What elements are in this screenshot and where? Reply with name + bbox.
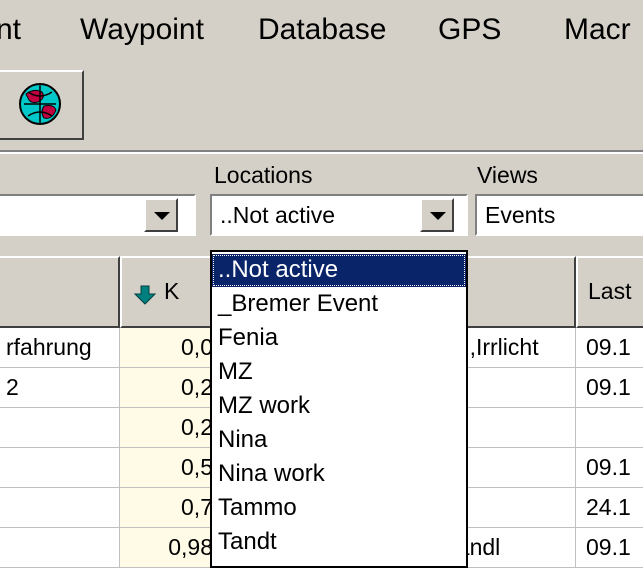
grid-header-sort-col[interactable]: K bbox=[120, 256, 214, 328]
dropdown-item[interactable]: ..Not active bbox=[212, 254, 466, 287]
table-cell-c2: 0,7 bbox=[120, 488, 214, 528]
menu-item-macros[interactable]: Macr bbox=[564, 10, 631, 50]
table-cell-c5: 09.1 bbox=[576, 448, 643, 488]
locations-dropdown-list: ..Not active _Bremer Event Fenia MZ MZ work N… bbox=[210, 250, 468, 568]
table-cell-c5: 09.1 bbox=[576, 328, 643, 368]
table-cell-c2: 0,98 bbox=[120, 528, 214, 568]
locations-combo[interactable]: ..Not active bbox=[210, 194, 468, 236]
locations-combo-value: ..Not active bbox=[220, 202, 336, 228]
toolbar-separator bbox=[0, 150, 643, 154]
grid-header-last[interactable]: Last bbox=[576, 256, 643, 328]
grid-header-col1[interactable] bbox=[0, 256, 120, 328]
dropdown-item[interactable]: Nina bbox=[212, 424, 466, 457]
views-label: Views bbox=[477, 162, 538, 188]
table-cell-c2: 0,5 bbox=[120, 448, 214, 488]
sort-down-arrow-icon bbox=[134, 285, 156, 305]
locations-label: Locations bbox=[214, 162, 313, 188]
filter-combo-left[interactable] bbox=[0, 194, 196, 236]
menu-item-nt[interactable]: nt bbox=[0, 10, 21, 50]
table-cell-c2: 0,0 bbox=[120, 328, 214, 368]
dropdown-item[interactable]: Tammo bbox=[212, 492, 466, 525]
globe-button[interactable] bbox=[0, 70, 84, 140]
dropdown-item[interactable]: Tandt bbox=[212, 526, 466, 559]
filter-combo-left-dropdown-button[interactable] bbox=[144, 198, 178, 232]
dropdown-item[interactable]: Fenia bbox=[212, 322, 466, 355]
dropdown-item[interactable]: Nina work bbox=[212, 458, 466, 491]
table-cell-c1: 2 bbox=[0, 368, 120, 408]
table-cell-c1 bbox=[0, 408, 120, 448]
table-cell-c2: 0,2 bbox=[120, 408, 214, 448]
table-cell-c1 bbox=[0, 488, 120, 528]
table-cell-c5: 09.1 bbox=[576, 368, 643, 408]
table-cell-c1: rfahrung bbox=[0, 328, 120, 368]
dropdown-item[interactable]: MZ bbox=[212, 356, 466, 389]
menu-item-database[interactable]: Database bbox=[258, 10, 386, 50]
menu-bar: nt Waypoint Database GPS Macr bbox=[0, 0, 643, 66]
menu-item-gps[interactable]: GPS bbox=[438, 10, 501, 50]
chevron-down-icon bbox=[154, 212, 170, 220]
table-cell-c5: 09.1 bbox=[576, 528, 643, 568]
menu-item-waypoint[interactable]: Waypoint bbox=[80, 10, 204, 50]
table-cell-c2: 0,2 bbox=[120, 368, 214, 408]
views-combo-value: Events bbox=[485, 202, 556, 228]
dropdown-item[interactable]: MZ work bbox=[212, 390, 466, 423]
table-cell-c1 bbox=[0, 448, 120, 488]
table-cell-c5: 24.1 bbox=[576, 488, 643, 528]
globe-icon bbox=[19, 83, 61, 125]
toolbar bbox=[0, 66, 643, 152]
chevron-down-icon bbox=[430, 212, 446, 220]
grid-header-last-label: Last bbox=[588, 278, 632, 304]
grid-header-sort-col-label: K bbox=[164, 278, 180, 304]
views-combo[interactable]: Events bbox=[475, 194, 643, 236]
table-cell-c1 bbox=[0, 528, 120, 568]
locations-dropdown-button[interactable] bbox=[420, 198, 454, 232]
table-cell-c5 bbox=[576, 408, 643, 448]
dropdown-item[interactable]: _Bremer Event bbox=[212, 288, 466, 321]
